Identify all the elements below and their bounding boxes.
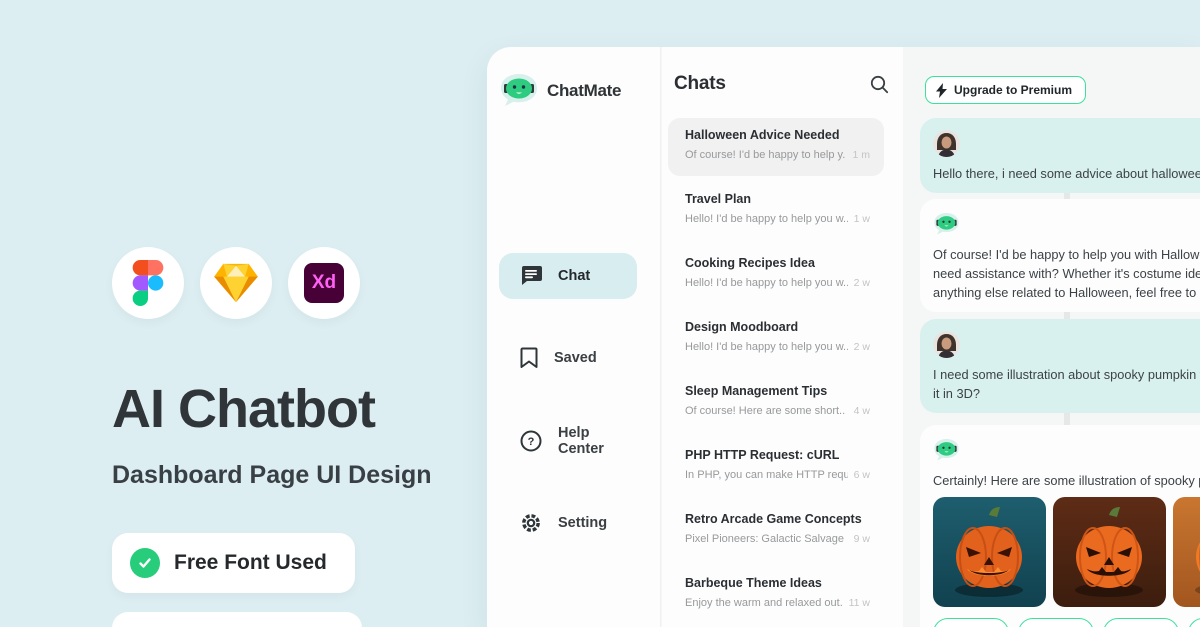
- design-tool-badges: Xd: [112, 247, 360, 319]
- sidebar-item-label: Chat: [558, 268, 590, 284]
- image-action-button[interactable]: [1188, 618, 1200, 627]
- check-icon: [130, 548, 160, 578]
- bot-avatar: [933, 437, 960, 464]
- dashboard-window: ChatMate Chat Saved: [487, 47, 1200, 627]
- sidebar-item-saved[interactable]: Saved: [499, 335, 637, 381]
- page-title: AI Chatbot: [112, 378, 375, 440]
- brand-name: ChatMate: [547, 81, 621, 101]
- chat-list-item[interactable]: Barbeque Theme Ideas Enjoy the warm and …: [668, 566, 884, 624]
- bookmark-icon: [520, 347, 538, 369]
- sidebar-item-label: Help Center: [558, 425, 637, 457]
- image-action-button[interactable]: [1103, 618, 1179, 627]
- chat-icon: [520, 266, 542, 286]
- chat-item-preview: In PHP, you can make HTTP requ..: [685, 469, 848, 481]
- chat-list-item[interactable]: Sleep Management Tips Of course! Here ar…: [668, 374, 884, 432]
- adobe-xd-icon: Xd: [304, 263, 344, 303]
- bot-message: Of course! I'd be happy to help you with…: [920, 199, 1200, 312]
- conversation-panel: Upgrade to Premium Hello there, i need s…: [903, 47, 1200, 627]
- user-message: Hello there, i need some advice about ha…: [920, 118, 1200, 193]
- screen: Xd AI Chatbot Dashboard Page UI Design F…: [0, 0, 1200, 627]
- partial-badge: [112, 612, 362, 627]
- chat-list-item[interactable]: Retro Arcade Game Concepts Pixel Pioneer…: [668, 502, 884, 560]
- chat-item-preview: Of course! Here are some short..: [685, 405, 848, 417]
- chat-item-time: 2 w: [854, 341, 870, 353]
- chat-item-preview: Hello! I'd be happy to help you w..: [685, 213, 848, 225]
- image-action-button[interactable]: [933, 618, 1009, 627]
- message-text: I need some illustration about spooky pu…: [933, 365, 1200, 384]
- user-avatar: [933, 331, 960, 358]
- help-icon: ?: [520, 430, 542, 452]
- sidebar: ChatMate Chat Saved: [487, 47, 661, 627]
- chat-items: Halloween Advice Needed Of course! I'd b…: [668, 118, 884, 627]
- page-subtitle: Dashboard Page UI Design: [112, 461, 432, 490]
- sidebar-item-chat[interactable]: Chat: [499, 253, 637, 299]
- chat-list-item[interactable]: Design Moodboard Hello! I'd be happy to …: [668, 310, 884, 368]
- chat-item-title: Design Moodboard: [685, 320, 870, 334]
- chat-list-item[interactable]: Halloween Advice Needed Of course! I'd b…: [668, 118, 884, 176]
- sidebar-item-label: Setting: [558, 515, 607, 531]
- figma-badge: [112, 247, 184, 319]
- chat-item-time: 1 m: [852, 149, 870, 161]
- message-text: need assistance with? Whether it's costu…: [933, 264, 1200, 283]
- chat-item-title: Travel Plan: [685, 192, 870, 206]
- free-font-label: Free Font Used: [174, 551, 327, 575]
- sidebar-item-label: Saved: [554, 350, 597, 366]
- sidebar-item-setting[interactable]: Setting: [499, 500, 637, 546]
- image-action-button[interactable]: [1018, 618, 1094, 627]
- chat-item-title: Barbeque Theme Ideas: [685, 576, 870, 590]
- chat-list-item[interactable]: Cooking Recipes Idea Hello! I'd be happy…: [668, 246, 884, 304]
- chat-item-title: Sleep Management Tips: [685, 384, 870, 398]
- user-message: I need some illustration about spooky pu…: [920, 319, 1200, 413]
- chat-list-item[interactable]: Travel Plan Hello! I'd be happy to help …: [668, 182, 884, 240]
- bot-avatar: [933, 211, 960, 238]
- user-avatar: [933, 130, 960, 157]
- chat-list-header: Chats: [674, 73, 889, 95]
- chat-item-time: 1 w: [854, 213, 870, 225]
- chat-item-title: PHP HTTP Request: cURL: [685, 448, 870, 462]
- brand: ChatMate: [499, 73, 621, 109]
- chat-list-item[interactable]: PHP HTTP Request: cURL In PHP, you can m…: [668, 438, 884, 496]
- chatmate-logo-icon: [499, 73, 539, 109]
- svg-text:?: ?: [528, 436, 535, 448]
- chat-item-preview: Of course! I'd be happy to help y..: [685, 149, 846, 161]
- message-text: it in 3D?: [933, 384, 1200, 403]
- pumpkin-image[interactable]: [1173, 497, 1200, 607]
- chat-item-preview: Hello! I'd be happy to help you w..: [685, 277, 848, 289]
- message-text: Certainly! Here are some illustration of…: [933, 471, 1200, 490]
- adobe-xd-label: Xd: [312, 272, 336, 294]
- chat-list-panel: Chats Halloween Advice Needed Of course!…: [662, 47, 903, 627]
- chats-title: Chats: [674, 73, 726, 95]
- message-text: Hello there, i need some advice about ha…: [933, 164, 1200, 183]
- chat-item-preview: Hello! I'd be happy to help you w..: [685, 341, 848, 353]
- chat-item-preview: Pixel Pioneers: Galactic Salvage: [685, 533, 848, 545]
- chat-item-preview: Enjoy the warm and relaxed out..: [685, 597, 843, 609]
- search-icon[interactable]: [870, 75, 889, 94]
- bot-message: Certainly! Here are some illustration of…: [920, 425, 1200, 627]
- chat-item-time: 2 w: [854, 277, 870, 289]
- message-text: anything else related to Halloween, feel…: [933, 283, 1200, 302]
- upgrade-premium-button[interactable]: Upgrade to Premium: [925, 76, 1086, 104]
- image-actions: [933, 618, 1200, 627]
- free-font-badge: Free Font Used: [112, 533, 355, 593]
- sketch-icon: [214, 263, 258, 303]
- chat-item-time: 11 w: [849, 597, 870, 609]
- message-text: Of course! I'd be happy to help you with…: [933, 245, 1200, 264]
- sketch-badge: [200, 247, 272, 319]
- pumpkin-image[interactable]: [933, 497, 1046, 607]
- chat-item-time: 4 w: [854, 405, 870, 417]
- chat-item-time: 6 w: [854, 469, 870, 481]
- gear-icon: [520, 512, 542, 534]
- chat-item-title: Halloween Advice Needed: [685, 128, 870, 142]
- chat-item-time: 9 w: [854, 533, 870, 545]
- pumpkin-image[interactable]: [1053, 497, 1166, 607]
- upgrade-label: Upgrade to Premium: [954, 83, 1072, 97]
- generated-images: [933, 497, 1200, 607]
- sidebar-item-help-center[interactable]: ? Help Center: [499, 418, 637, 464]
- chat-item-title: Retro Arcade Game Concepts: [685, 512, 870, 526]
- chat-item-title: Cooking Recipes Idea: [685, 256, 870, 270]
- figma-icon: [132, 260, 164, 306]
- adobe-xd-badge: Xd: [288, 247, 360, 319]
- lightning-icon: [936, 83, 947, 98]
